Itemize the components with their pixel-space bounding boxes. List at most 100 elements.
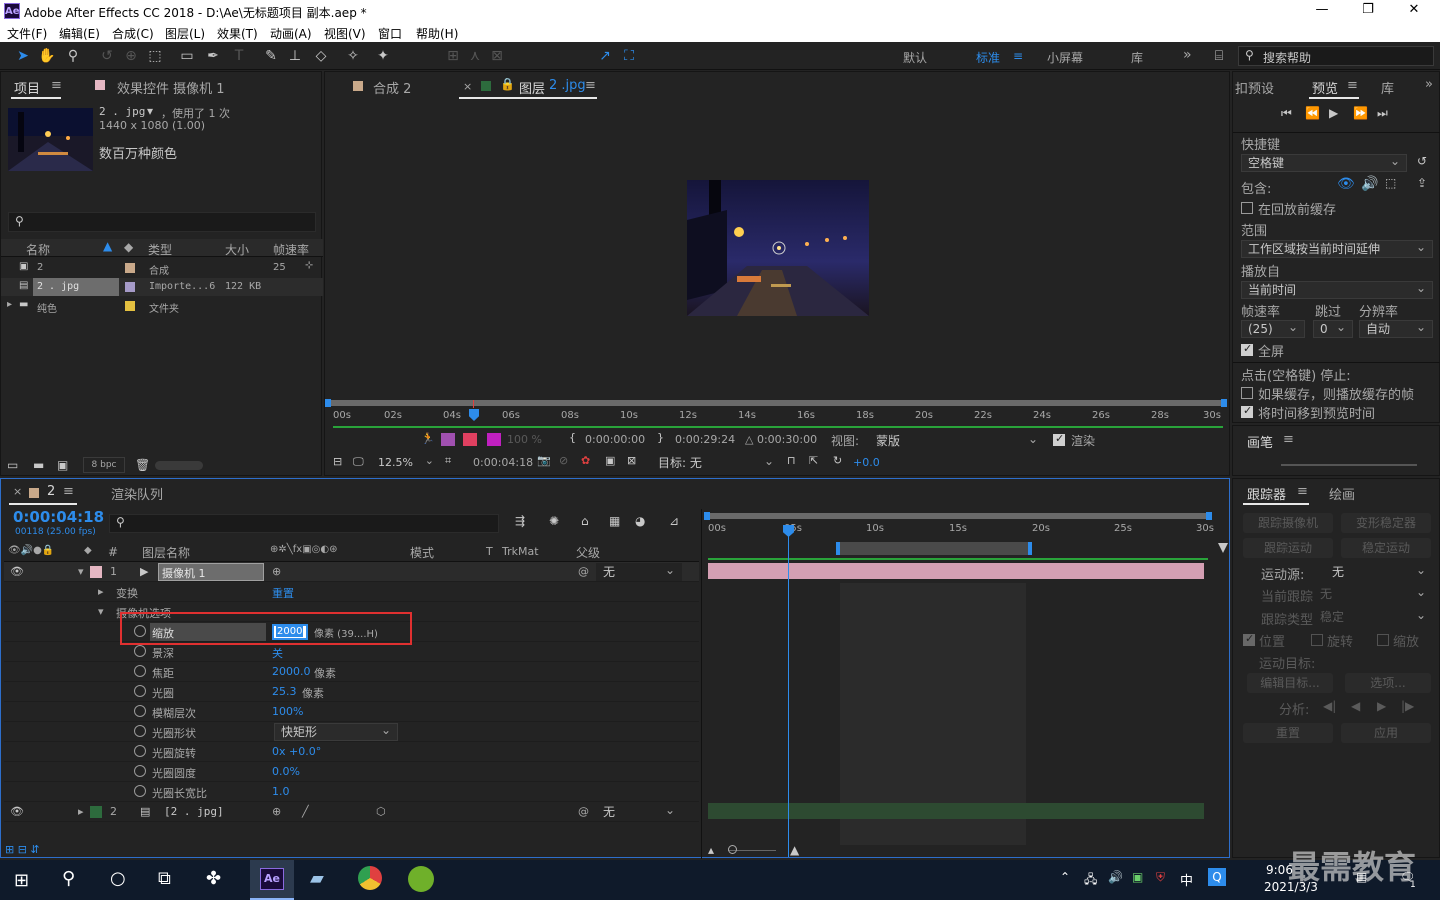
preview-menu-icon[interactable]: ≡ [1347, 78, 1358, 93]
snap-feature-icon[interactable]: ⛶ [620, 47, 638, 65]
if-cached-checkbox[interactable] [1241, 387, 1253, 399]
scale-checkbox[interactable] [1377, 634, 1389, 646]
target-dropdown[interactable]: 目标: 无 [651, 453, 781, 472]
label-swatch[interactable] [90, 806, 102, 818]
quality-switch-icon[interactable]: ╱ [302, 805, 309, 818]
maximize-button[interactable]: ❐ [1358, 2, 1378, 17]
tab-tracker[interactable]: 跟踪器 [1247, 484, 1286, 503]
tab-render-queue[interactable]: 渲染队列 [111, 484, 163, 503]
snapshot-icon[interactable]: 📷 [537, 454, 551, 467]
eraser-tool-icon[interactable]: ◇ [312, 47, 330, 65]
close-button[interactable]: ✕ [1404, 2, 1424, 17]
parent-dropdown[interactable]: 无 [596, 562, 682, 581]
prop-row-blur-level[interactable]: 模糊层次 100% [4, 702, 699, 722]
motion-source-dropdown[interactable]: 无 [1325, 562, 1433, 581]
stopwatch-icon[interactable] [134, 665, 146, 677]
shy-switch-icon[interactable]: ⊕ [272, 565, 281, 578]
timeline-footer-toggles[interactable]: ⊞ ⊟ ⇵ [5, 843, 65, 857]
3d-layer-switch-icon[interactable]: ⬡ [376, 805, 386, 818]
brush-tool-icon[interactable]: ✎ [262, 47, 280, 65]
pan-behind-icon[interactable]: ⬚ [146, 47, 164, 65]
camera-view-icon[interactable]: ⇱ [809, 454, 818, 467]
tab-brush[interactable]: 画笔 [1247, 432, 1273, 451]
pinwheel-app-icon[interactable]: ✤ [206, 868, 221, 889]
prop-row-iris-aspect[interactable]: 光圈长宽比 1.0 [4, 782, 699, 802]
region-of-interest-icon[interactable]: ▣ [605, 454, 615, 467]
layer-row-image[interactable]: 👁 ▸ 2 ▤ [2 . jpg] ⊕ ╱ ⬡ @ 无 [4, 802, 699, 822]
av-features-icon[interactable]: 👁🔊●🔒 [8, 545, 54, 556]
opacity-value[interactable]: 100 % [507, 433, 542, 446]
notepad-icon[interactable]: ▰ [310, 868, 324, 889]
nvidia-icon[interactable]: ▣ [1132, 870, 1143, 884]
position-checkbox[interactable] [1243, 632, 1255, 646]
label-tag-icon[interactable]: ◆ [84, 545, 92, 556]
visibility-icon[interactable]: 👁 [10, 805, 24, 818]
workspace-default[interactable]: 默认 [903, 49, 927, 66]
zoom-in-icon[interactable]: ▲ [790, 843, 799, 857]
world-axis-icon[interactable]: ⋏ [466, 47, 484, 65]
safe-margins-icon[interactable]: ⌗ [445, 454, 451, 468]
pickwhip-icon[interactable]: @ [578, 805, 589, 818]
col-size[interactable]: 大小 [225, 241, 249, 258]
local-axis-icon[interactable]: ⊞ [444, 47, 462, 65]
transform-reset-link[interactable]: 重置 [272, 585, 294, 601]
footer-timecode[interactable]: 0:00:04:18 [473, 456, 533, 469]
stopwatch-icon[interactable] [134, 765, 146, 777]
more-panels-icon[interactable]: » [1425, 77, 1433, 92]
new-comp-icon[interactable]: ▣ [57, 458, 68, 472]
menu-composition[interactable]: 合成(C) [112, 25, 154, 42]
out-time[interactable]: 0:00:29:24 [675, 433, 735, 446]
timeline-search-input[interactable]: ⚲ [109, 514, 499, 533]
track-type-dropdown[interactable]: 稳定 [1313, 607, 1433, 626]
viewer-time-ruler[interactable]: 00s 02s 04s 06s 08s 10s 12s 14s 16s 18s … [329, 408, 1225, 426]
hand-tool-icon[interactable]: ✋ [38, 47, 56, 65]
col-layer-name[interactable]: 图层名称 [142, 544, 190, 561]
flowchart-icon[interactable]: ⊹ [305, 260, 313, 271]
tab-library[interactable]: 库 [1381, 78, 1394, 97]
chrome-icon[interactable] [358, 866, 382, 890]
volume-icon[interactable]: 🔊 [1108, 870, 1123, 884]
shy-switch-icon[interactable]: ⊕ [272, 805, 281, 818]
tab-effect-controls[interactable]: 效果控件 摄像机 1 [117, 78, 225, 97]
pickwhip-icon[interactable]: @ [578, 565, 589, 578]
sort-icon[interactable]: ▲ [103, 239, 112, 253]
col-trkmat[interactable]: TrkMat [502, 545, 539, 558]
work-area-end[interactable] [1221, 399, 1227, 407]
export-icon[interactable]: ⇪ [1417, 176, 1427, 190]
pen-tool-icon[interactable]: ✒ [204, 47, 222, 65]
tab-project[interactable]: 项目 [14, 78, 40, 97]
menu-layer[interactable]: 图层(L) [165, 25, 205, 42]
analyze-backward-icon[interactable]: ◀| [1323, 699, 1336, 713]
onion-skin-icon[interactable] [441, 433, 455, 446]
fullscreen-checkbox[interactable] [1241, 342, 1253, 356]
project-row[interactable]: ▤ 2 . jpg Importe...6 122 KB [1, 278, 323, 296]
transform-group[interactable]: ▸ 变换 重置 [4, 582, 699, 602]
brush-slider[interactable] [1281, 464, 1417, 466]
thumbnail-slider[interactable] [155, 461, 203, 470]
stopwatch-icon[interactable] [134, 705, 146, 717]
snap-edge-icon[interactable]: ↗ [596, 47, 614, 65]
zoom-slider-knob[interactable] [728, 845, 737, 854]
shortcut-dropdown[interactable]: 空格键 [1241, 153, 1407, 172]
play-icon[interactable]: ▶ [1329, 106, 1338, 120]
reset-exposure-icon[interactable]: ↻ [833, 454, 842, 467]
in-point-icon[interactable]: { [569, 431, 576, 444]
fps-dropdown[interactable]: (25) [1241, 319, 1305, 338]
minimize-button[interactable]: — [1312, 2, 1332, 17]
work-area-start[interactable] [325, 399, 331, 407]
project-row[interactable]: ▣ 2 合成 25 ⊹ [1, 259, 323, 277]
visibility-icon[interactable]: 👁 [10, 565, 24, 578]
workspace-standard[interactable]: 标准 [976, 49, 1000, 66]
workspace-library[interactable]: 库 [1131, 49, 1143, 66]
roto-brush-icon[interactable]: ✧ [344, 47, 362, 65]
tab-composition[interactable]: 合成 2 [373, 78, 411, 97]
track-camera-button[interactable]: 跟踪摄像机 [1243, 513, 1333, 533]
tab-paint[interactable]: 绘画 [1329, 484, 1355, 503]
stopwatch-icon[interactable] [134, 685, 146, 697]
parent-dropdown[interactable]: 无 [596, 802, 682, 821]
warp-stabilizer-button[interactable]: 变形稳定器 [1341, 513, 1431, 533]
workspace-menu-icon[interactable]: ≡ [1013, 49, 1023, 63]
tab-layer-name[interactable]: 2 .jpg [549, 78, 586, 93]
collapse-arrow-icon[interactable]: ▾ [98, 605, 104, 618]
rotation-checkbox[interactable] [1311, 634, 1323, 646]
